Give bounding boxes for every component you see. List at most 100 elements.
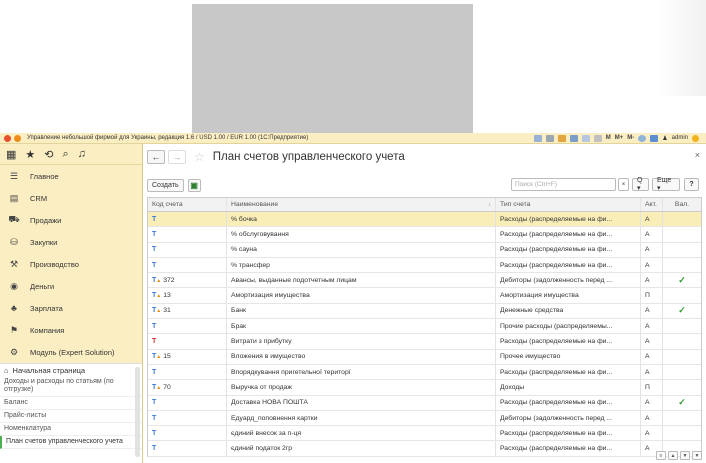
open-window-link[interactable]: Доходы и расходы по статьям (по отгрузке…	[0, 376, 142, 397]
cell-type: Расходы (распределяемые на фи...	[496, 334, 641, 349]
memory-button[interactable]: M	[606, 135, 611, 141]
cell-type: Расходы (распределяемые на фи...	[496, 364, 641, 380]
close-button[interactable]: ×	[695, 150, 700, 160]
cell-name: Амортизация имущества	[227, 288, 496, 303]
create-button[interactable]: Создать	[147, 178, 184, 192]
table-row[interactable]: Tєдиний внесок за п-ця Расходы (распредел…	[148, 426, 701, 442]
search-input[interactable]: Поиск (Ctrl+F)	[511, 178, 616, 191]
cell-code: T▲ 70	[148, 380, 227, 395]
table-row[interactable]: T▲ 31 Банк Денежные средства А ✓	[148, 303, 701, 320]
search-clear-button[interactable]: ×	[618, 178, 629, 191]
table-row[interactable]: Tєдиний податок 2гр Расходы (распределяем…	[148, 441, 701, 457]
search-button[interactable]: Q ▾	[632, 177, 649, 192]
scroll-first-button[interactable]: ≡	[656, 451, 666, 460]
cell-code: T	[148, 319, 227, 334]
account-type-icon: T	[152, 261, 157, 269]
open-window-link[interactable]: Номенклатура	[0, 423, 142, 436]
column-header-val[interactable]: Вал.	[663, 198, 701, 211]
more-button[interactable]: Еще ▾	[652, 177, 680, 192]
table-header: Код счета Наименование ↓ Тип счета Акт. …	[148, 198, 701, 212]
sidebar-item[interactable]: ◉ Деньги	[0, 275, 142, 297]
info-icon[interactable]	[692, 134, 699, 142]
open-window-link[interactable]: Прайс-листы	[0, 410, 142, 423]
open-window-link[interactable]: Баланс	[0, 397, 142, 410]
cell-type: Расходы (распределяемые на фи...	[496, 212, 641, 227]
user-name[interactable]: admin	[672, 135, 688, 141]
zoom-icon[interactable]	[638, 134, 647, 142]
cell-type: Денежные средства	[496, 303, 641, 319]
print-icon[interactable]	[545, 134, 554, 142]
account-type-icon: T	[152, 399, 157, 407]
cell-currency-check: ✓	[678, 397, 686, 408]
back-button[interactable]: ←	[147, 150, 165, 164]
table-row[interactable]: T▲ 70 Выручка от продаж Доходы П	[148, 380, 701, 396]
table-row[interactable]: T Едуард_поповнення картки Дебиторы (задол…	[148, 410, 701, 427]
search-icon[interactable]: ⌕	[63, 148, 69, 161]
account-type-icon: T	[152, 230, 157, 238]
cell-currency-check	[663, 334, 701, 348]
favorite-star-icon[interactable]: ☆	[194, 150, 205, 164]
sidebar-item[interactable]: ⛟ Продажи	[0, 209, 142, 231]
sidebar-item[interactable]: ☰ Главное	[0, 165, 142, 187]
sidebar-item[interactable]: ⛁ Закупки	[0, 231, 142, 253]
table-row[interactable]: T▲ 15 Вложения в имущество Прочее имущество…	[148, 349, 701, 365]
help-button[interactable]: ?	[684, 178, 699, 191]
memory-minus-button[interactable]: M-	[627, 135, 634, 141]
calculator-icon[interactable]	[593, 134, 602, 142]
app-logo-icon[interactable]	[4, 134, 11, 142]
sidebar-item[interactable]: ▤ CRM	[0, 187, 142, 209]
table-row[interactable]: T % обслуговування Расходы (распределяемые…	[148, 227, 701, 243]
sidebar-item[interactable]: ⚒ Производство	[0, 253, 142, 275]
column-header-type[interactable]: Тип счета	[496, 198, 641, 211]
column-header-act[interactable]: Акт.	[641, 198, 663, 211]
table-row[interactable]: T Доставка НОВА ПОШТА Расходы (распределяе…	[148, 395, 701, 411]
sidebar: ▦ ★ ⟲ ⌕ ♫ ☰ Главное ▤ CRM ⛟ Продажи ⛁ Закупки ⚒ П…	[0, 144, 143, 463]
table-row[interactable]: T Витрати з прибутку Расходы (распределяем…	[148, 334, 701, 350]
calendar-icon[interactable]	[533, 134, 542, 142]
table-row[interactable]: T▲ 372 Авансы, выданные подотчетным лицам Д…	[148, 273, 701, 289]
open-window-link[interactable]: План счетов управленческого учета	[0, 436, 142, 449]
bell-icon[interactable]: ♫	[78, 148, 86, 160]
sidebar-scrollbar[interactable]	[135, 367, 140, 457]
favorites-icon[interactable]: ★	[25, 148, 35, 161]
cell-currency-check	[663, 426, 701, 440]
cell-code: T▲ 372	[148, 273, 227, 288]
sidebar-item[interactable]: ♣ Зарплата	[0, 297, 142, 319]
table-icon[interactable]	[581, 134, 590, 142]
table-row[interactable]: T % трансфер Расходы (распределяемые на фи…	[148, 257, 701, 274]
cell-currency-check	[663, 258, 701, 272]
sidebar-item[interactable]: ⚑ Компания	[0, 319, 142, 341]
column-header-code[interactable]: Код счета	[148, 198, 227, 211]
forward-button[interactable]: →	[168, 150, 186, 164]
account-type-icon: T▲	[152, 276, 162, 284]
sidebar-item-label: Производство	[30, 259, 79, 269]
grid-menu-icon[interactable]: ▦	[6, 148, 16, 161]
scroll-down-button[interactable]: ▼	[680, 451, 690, 460]
memory-plus-button[interactable]: M+	[615, 135, 624, 141]
main-menu-icon[interactable]	[14, 134, 21, 142]
table-row[interactable]: T % сауна Расходы (распределяемые на фи...…	[148, 242, 701, 258]
table-row[interactable]: T▲ 13 Амортизация имущества Амортизация иму…	[148, 288, 701, 304]
table-row[interactable]: T Впорядкування пригетельної територї Расх…	[148, 364, 701, 381]
table-row[interactable]: T Брак Прочие расходы (распределяемы... А	[148, 319, 701, 335]
home-page-link[interactable]: ⌂ Начальная страница	[0, 364, 142, 376]
image-placeholder	[192, 4, 473, 133]
scroll-up-button[interactable]: ▲	[668, 451, 678, 460]
history-icon[interactable]: ⟲	[44, 148, 53, 161]
table-row[interactable]: T % бочка Расходы (распределяемые на фи...…	[148, 212, 701, 228]
cell-currency-check	[663, 380, 701, 394]
toolbar: Создать ▣ Поиск (Ctrl+F) × Q ▾ Еще ▾ ?	[147, 177, 702, 192]
column-header-name[interactable]: Наименование ↓	[227, 198, 496, 211]
module-icon: ⚙	[9, 346, 19, 357]
account-type-icon: T▲	[152, 353, 162, 361]
cell-act: А	[641, 227, 663, 242]
sidebar-item-label: Деньги	[30, 281, 55, 291]
export-button[interactable]: ▣	[187, 178, 201, 192]
sidebar-item[interactable]: ⚙ Модуль (Expert Solution)	[0, 341, 142, 363]
scroll-last-button[interactable]: ▼	[692, 451, 702, 460]
window-icon[interactable]	[650, 134, 659, 142]
cell-act: А	[641, 395, 663, 410]
document-icon[interactable]	[569, 134, 578, 142]
sidebar-item-label: Зарплата	[30, 303, 63, 313]
upload-icon[interactable]	[557, 134, 566, 142]
